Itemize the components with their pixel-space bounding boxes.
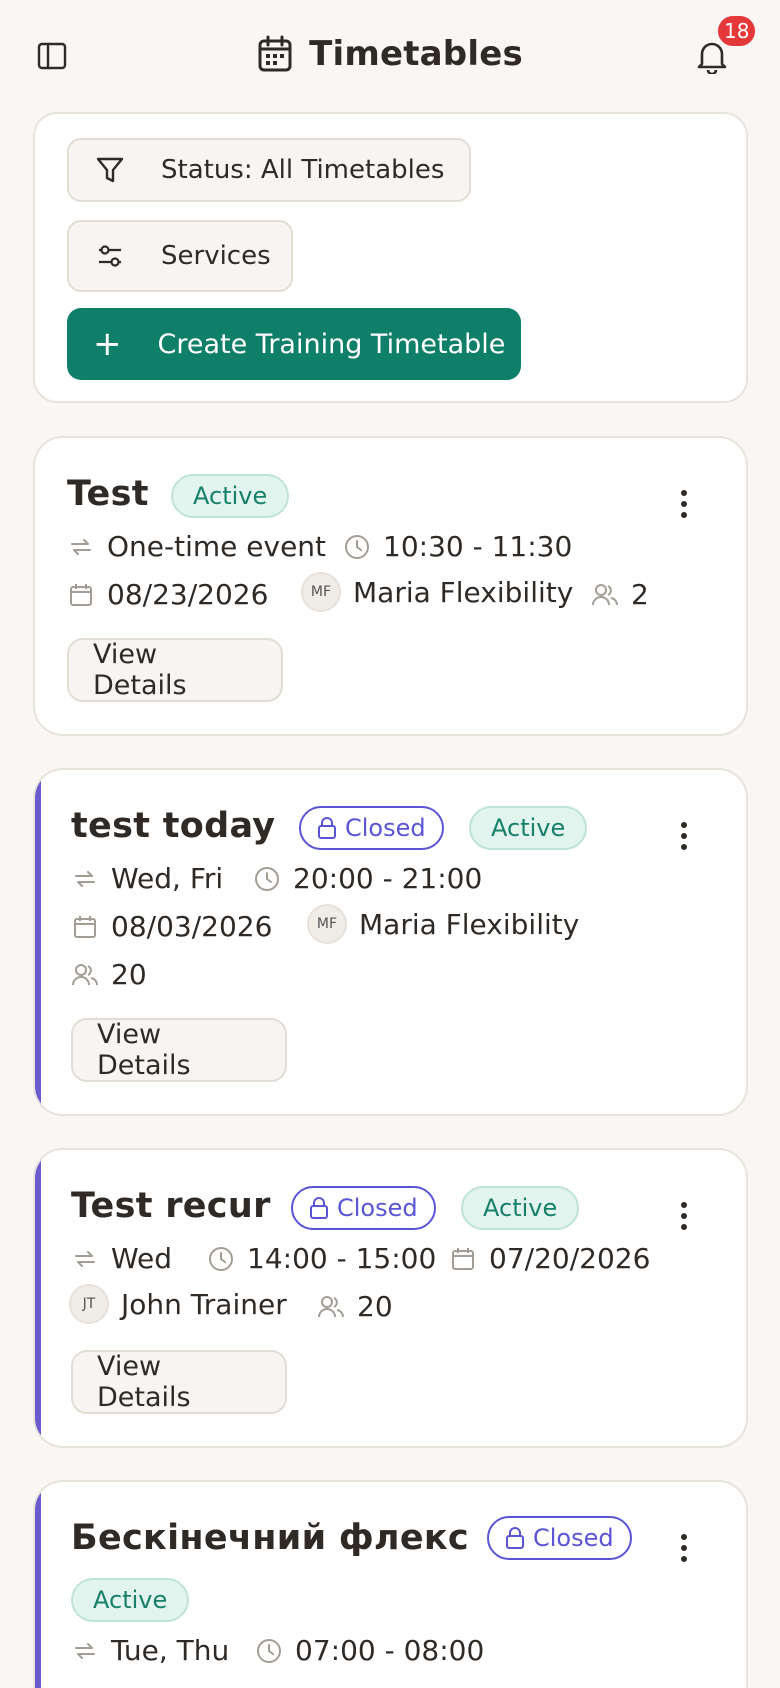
time-text: 20:00 - 21:00 xyxy=(293,862,483,895)
recurrence-info: Wed, Fri xyxy=(71,862,223,895)
participants-info: 2 xyxy=(591,578,649,611)
date-info: 08/03/2026 xyxy=(71,910,272,943)
trainer-name: Maria Flexibility xyxy=(353,575,574,609)
recurrence-text: Tue, Thu xyxy=(111,1634,230,1667)
clock-icon xyxy=(343,533,371,561)
time-text: 07:00 - 08:00 xyxy=(295,1634,485,1667)
avatar: JT xyxy=(69,1284,109,1324)
more-options-icon[interactable] xyxy=(672,1530,696,1566)
repeat-icon xyxy=(67,533,95,561)
more-options-icon[interactable] xyxy=(672,1198,696,1234)
trainer-name: John Trainer xyxy=(121,1287,287,1321)
create-timetable-label: Create Training Timetable xyxy=(157,328,506,360)
users-icon xyxy=(317,1293,345,1321)
avatar: MF xyxy=(301,572,341,612)
trainer-info: MF Maria Flexibility xyxy=(301,572,573,612)
recurrence-text: Wed xyxy=(111,1242,173,1275)
filter-icon xyxy=(93,153,127,187)
calendar-icon xyxy=(71,913,99,941)
view-details-button[interactable]: View Details xyxy=(71,1350,287,1414)
recurrence-info: Wed xyxy=(71,1242,172,1275)
closed-label: Closed xyxy=(337,1194,418,1222)
status-filter-button[interactable]: Status: All Timetables xyxy=(67,138,471,202)
services-filter-button[interactable]: Services xyxy=(67,220,293,292)
time-text: 14:00 - 15:00 xyxy=(247,1242,437,1275)
lock-icon xyxy=(317,817,337,839)
sliders-icon xyxy=(93,239,127,273)
participants-count: 20 xyxy=(111,958,147,991)
closed-badge: Closed xyxy=(299,806,444,850)
repeat-icon xyxy=(71,1245,99,1273)
participants-info: 20 xyxy=(71,958,147,991)
recurrence-text: Wed, Fri xyxy=(111,862,224,895)
calendar-icon xyxy=(67,581,95,609)
filters-panel: Status: All Timetables Services + Create… xyxy=(33,112,748,403)
date-text: 07/20/2026 xyxy=(489,1242,651,1275)
trainer-info: JT John Trainer xyxy=(69,1284,287,1324)
date-info: 08/23/2026 xyxy=(67,578,268,611)
page-title-group: Timetables xyxy=(0,34,780,74)
avatar: MF xyxy=(307,904,347,944)
time-info: 07:00 - 08:00 xyxy=(255,1634,484,1667)
lock-icon xyxy=(309,1197,329,1219)
participants-count: 2 xyxy=(631,578,649,611)
view-details-button[interactable]: View Details xyxy=(67,638,283,702)
date-info: 07/20/2026 xyxy=(449,1242,650,1275)
timetable-title: test today xyxy=(71,806,276,846)
time-text: 10:30 - 11:30 xyxy=(383,530,573,563)
timetable-card: Test Active One-time event 10:30 - 11:30… xyxy=(33,436,748,736)
timetable-card: test today Closed Active Wed, Fri 20:00 … xyxy=(33,768,748,1116)
closed-label: Closed xyxy=(345,814,426,842)
participants-info: 20 xyxy=(317,1290,393,1323)
calendar-icon xyxy=(449,1245,477,1273)
time-info: 14:00 - 15:00 xyxy=(207,1242,436,1275)
more-options-icon[interactable] xyxy=(672,818,696,854)
more-options-icon[interactable] xyxy=(672,486,696,522)
recurrence-text: One-time event xyxy=(107,530,327,563)
status-filter-label: Status: All Timetables xyxy=(161,155,445,185)
recurrence-info: One-time event xyxy=(67,530,326,563)
calendar-icon xyxy=(257,35,293,73)
active-badge: Active xyxy=(71,1578,190,1622)
participants-count: 20 xyxy=(357,1290,393,1323)
time-info: 10:30 - 11:30 xyxy=(343,530,572,563)
timetable-card: Бескінечний флекс Closed Active Tue, Thu… xyxy=(33,1480,748,1688)
notification-badge: 18 xyxy=(716,14,758,48)
clock-icon xyxy=(253,865,281,893)
create-timetable-button[interactable]: + Create Training Timetable xyxy=(67,308,521,380)
date-text: 08/23/2026 xyxy=(107,578,269,611)
closed-label: Closed xyxy=(533,1524,614,1552)
clock-icon xyxy=(255,1637,283,1665)
users-icon xyxy=(71,961,99,989)
active-badge: Active xyxy=(461,1186,580,1230)
trainer-info: MF Maria Flexibility xyxy=(307,904,579,944)
plus-icon: + xyxy=(93,324,122,364)
view-details-button[interactable]: View Details xyxy=(71,1018,287,1082)
lock-icon xyxy=(505,1527,525,1549)
timetable-title: Test recur xyxy=(71,1186,271,1226)
trainer-name: Maria Flexibility xyxy=(359,907,580,941)
page-title: Timetables xyxy=(309,34,523,74)
timetable-card: Test recur Closed Active Wed 14:00 - 15:… xyxy=(33,1148,748,1448)
repeat-icon xyxy=(71,1637,99,1665)
active-badge: Active xyxy=(469,806,588,850)
recurrence-info: Tue, Thu xyxy=(71,1634,229,1667)
repeat-icon xyxy=(71,865,99,893)
timetable-title: Test xyxy=(67,474,149,514)
timetable-title: Бескінечний флекс xyxy=(71,1518,469,1558)
time-info: 20:00 - 21:00 xyxy=(253,862,482,895)
closed-badge: Closed xyxy=(291,1186,436,1230)
active-badge: Active xyxy=(171,474,290,518)
services-filter-label: Services xyxy=(161,241,271,271)
users-icon xyxy=(591,581,619,609)
date-text: 08/03/2026 xyxy=(111,910,273,943)
closed-badge: Closed xyxy=(487,1516,632,1560)
app-header: Timetables 18 xyxy=(0,0,780,112)
clock-icon xyxy=(207,1245,235,1273)
